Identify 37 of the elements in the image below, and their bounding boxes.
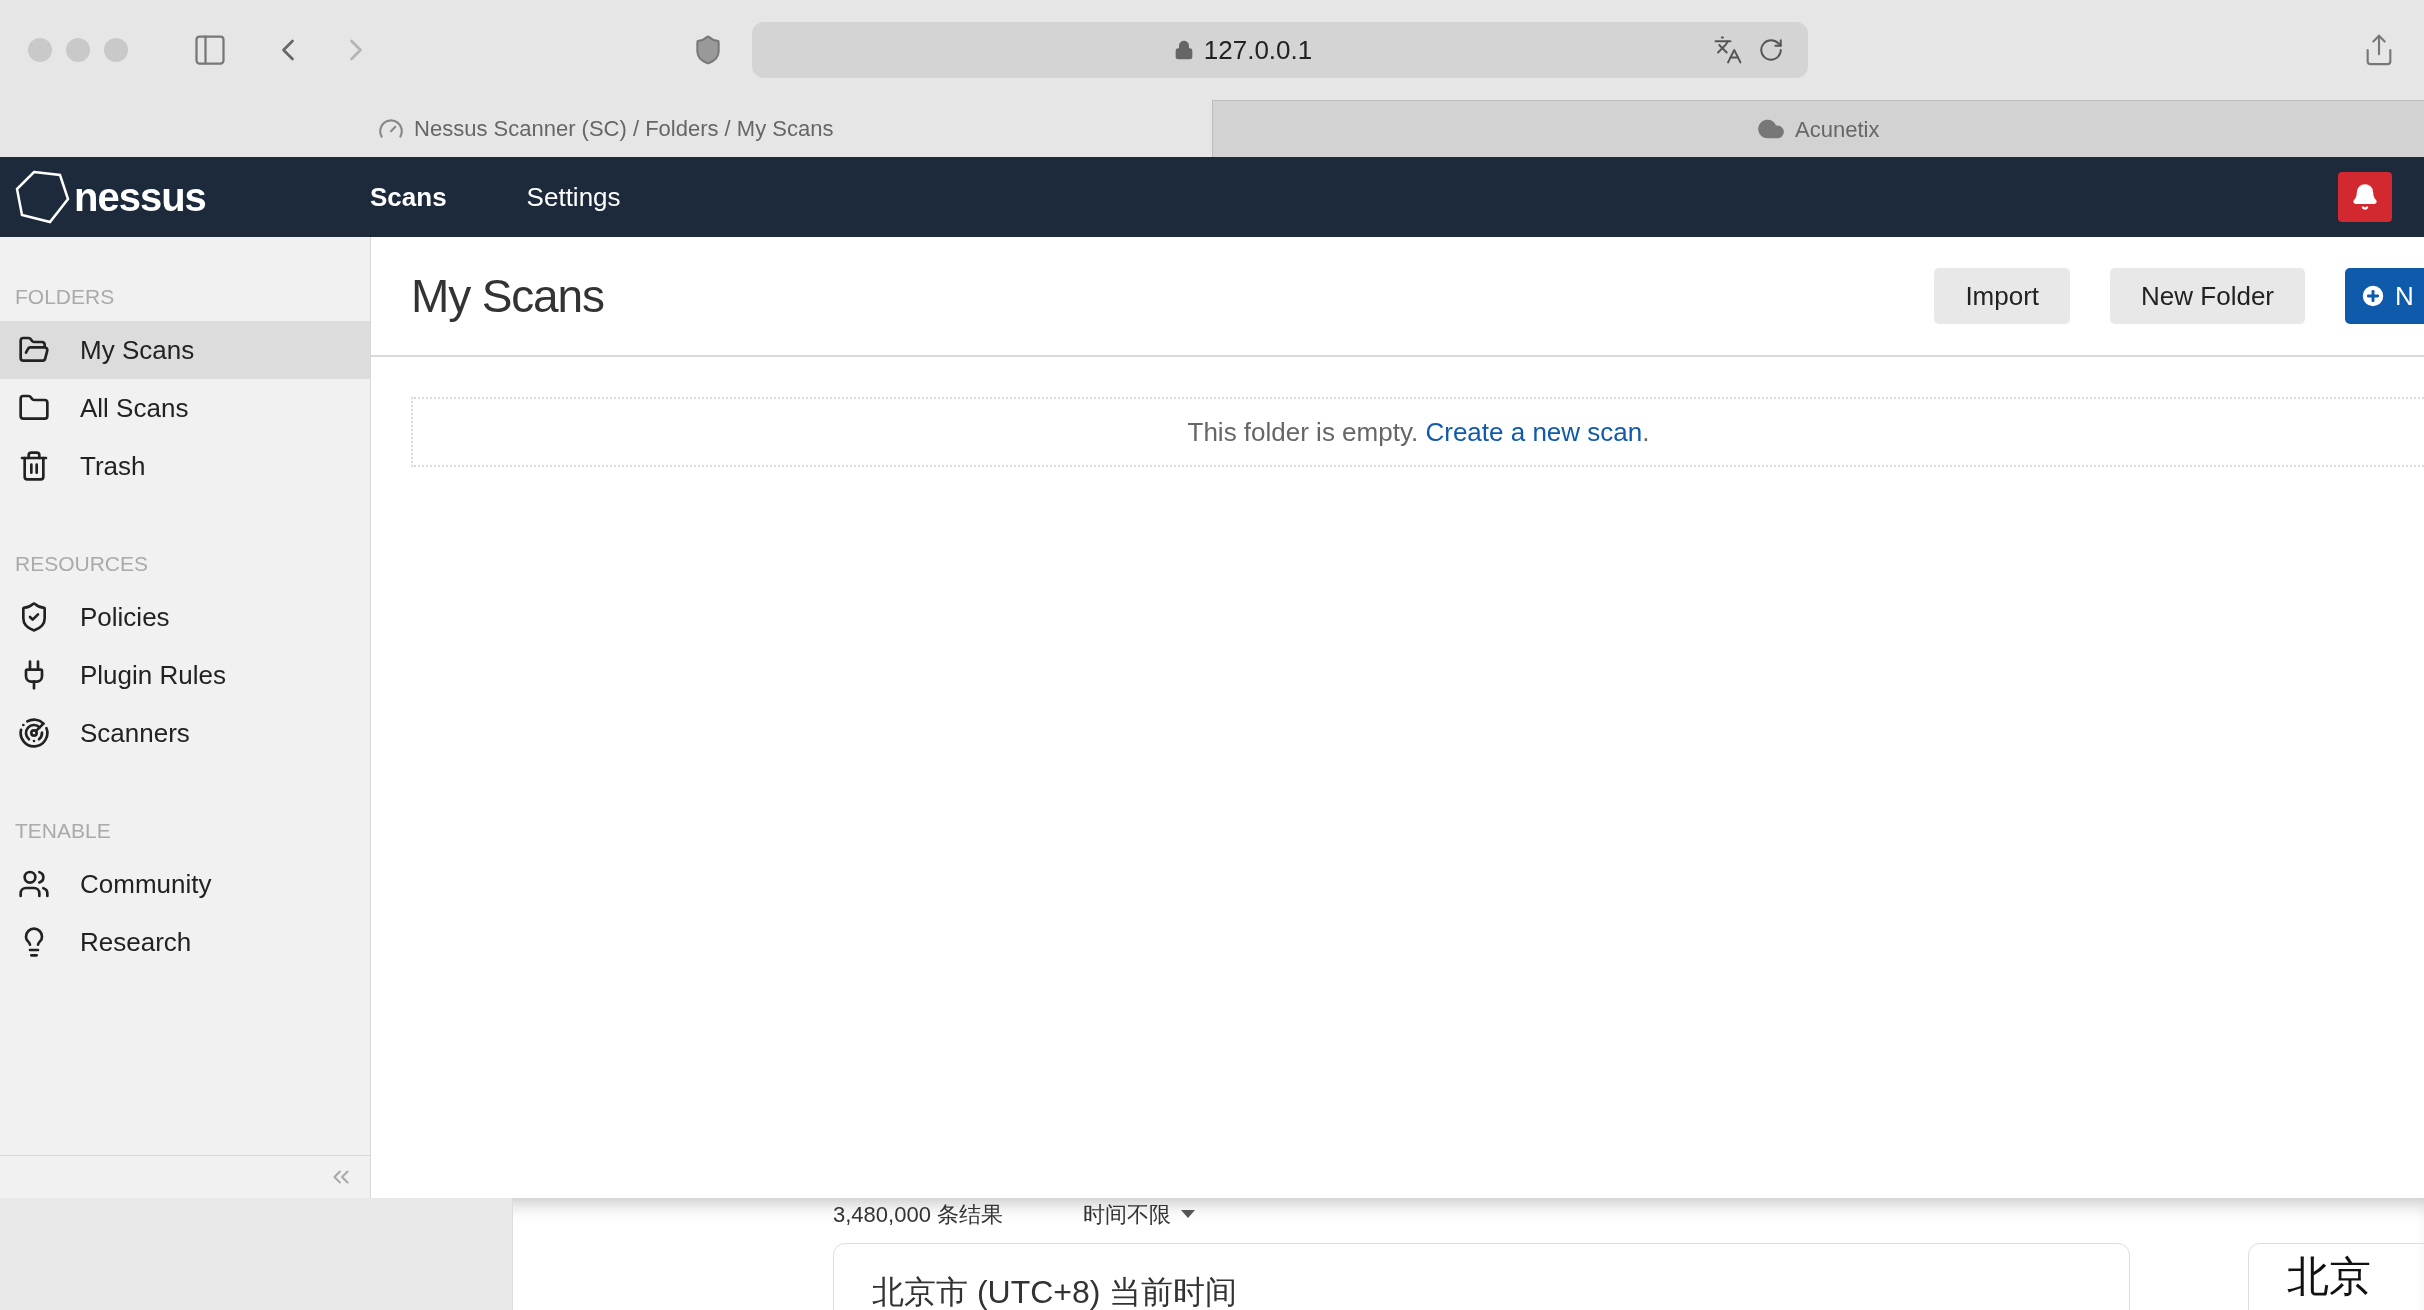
url-text: 127.0.0.1 [1203, 33, 1313, 67]
result-count: 3,480,000 条结果 [833, 1200, 1003, 1229]
address-bar[interactable]: 127.0.0.1 [752, 22, 1808, 78]
sidebar-item[interactable]: My Scans [0, 321, 370, 379]
lock-icon [1173, 40, 1194, 60]
logo-text: nessus [74, 174, 206, 221]
radar-icon [18, 717, 50, 749]
sidebar-item[interactable]: All Scans [0, 379, 370, 437]
reload-icon[interactable] [1758, 37, 1784, 63]
notifications-button[interactable] [2338, 172, 2392, 222]
section-heading: FOLDERS [14, 284, 116, 311]
sidebar-item[interactable]: Trash [0, 437, 370, 495]
toolbar-button[interactable]: New Folder [2110, 268, 2305, 324]
page-title: My Scans [411, 268, 604, 324]
empty-folder-message: This folder is empty. Create a new scan. [1187, 415, 1650, 449]
users-icon [18, 868, 50, 900]
sidebar-item[interactable]: Plugin Rules [0, 646, 370, 704]
sidebar-item[interactable]: Policies [0, 588, 370, 646]
time-filter-dropdown[interactable]: 时间不限 [1083, 1198, 1195, 1231]
sidebar-item[interactable]: Research [0, 913, 370, 971]
plus-icon [2359, 282, 2387, 310]
browser-tab[interactable]: Acunetix [1211, 100, 2424, 157]
nav-tab[interactable]: Settings [526, 177, 621, 217]
section-heading: TENABLE [14, 818, 112, 845]
toolbar-button[interactable]: Import [1934, 268, 2071, 324]
side-card: 北京 [2248, 1243, 2424, 1310]
nav-tab[interactable]: Scans [370, 177, 447, 217]
trash-icon [18, 450, 50, 482]
section-heading: RESOURCES [14, 551, 150, 578]
sidebar-item[interactable]: Community [0, 855, 370, 913]
hexagon-logo-icon [14, 169, 70, 225]
browser-tab[interactable]: Nessus Scanner (SC) / Folders / My Scans [0, 100, 1212, 157]
bell-icon [2351, 183, 2379, 211]
time-card: 北京市 (UTC+8) 当前时间 [833, 1243, 2130, 1310]
new-scan-button[interactable]: N [2345, 268, 2424, 324]
sidebar-item[interactable]: Scanners [0, 704, 370, 762]
create-scan-link[interactable]: Create a new scan [1425, 416, 1643, 447]
